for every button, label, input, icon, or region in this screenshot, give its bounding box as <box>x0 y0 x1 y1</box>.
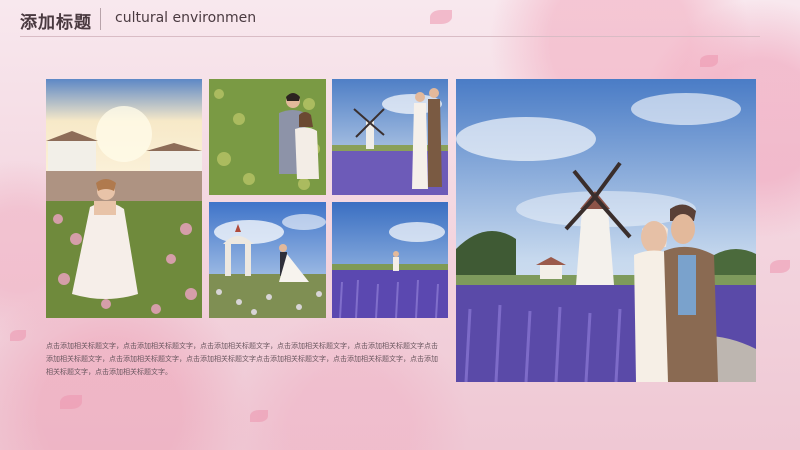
slide-subtitle[interactable]: cultural environmen <box>115 10 256 26</box>
couple-by-windmill-lavender-photo[interactable] <box>332 79 448 195</box>
couple-in-rapeseed-field-photo[interactable] <box>209 79 326 195</box>
petal-decoration <box>700 55 718 67</box>
petal-decoration <box>60 395 82 409</box>
slide-title[interactable]: 添加标题 <box>20 8 92 33</box>
couple-kissing-windmill-photo[interactable] <box>456 79 756 382</box>
petal-decoration <box>770 260 790 273</box>
title-separator <box>100 8 101 30</box>
petal-decoration <box>250 410 268 422</box>
title-underline <box>20 36 760 37</box>
lavender-field-couple-photo[interactable] <box>332 202 448 318</box>
petal-decoration <box>10 330 26 341</box>
couple-by-arch-gate-photo[interactable] <box>209 202 326 318</box>
body-text-paragraph[interactable]: 点击添加相关标题文字，点击添加相关标题文字，点击添加相关标题文字，点击添加相关标… <box>46 340 444 379</box>
bride-in-flower-field-photo[interactable] <box>46 79 202 318</box>
title-bar: 添加标题 cultural environmen <box>0 0 800 38</box>
